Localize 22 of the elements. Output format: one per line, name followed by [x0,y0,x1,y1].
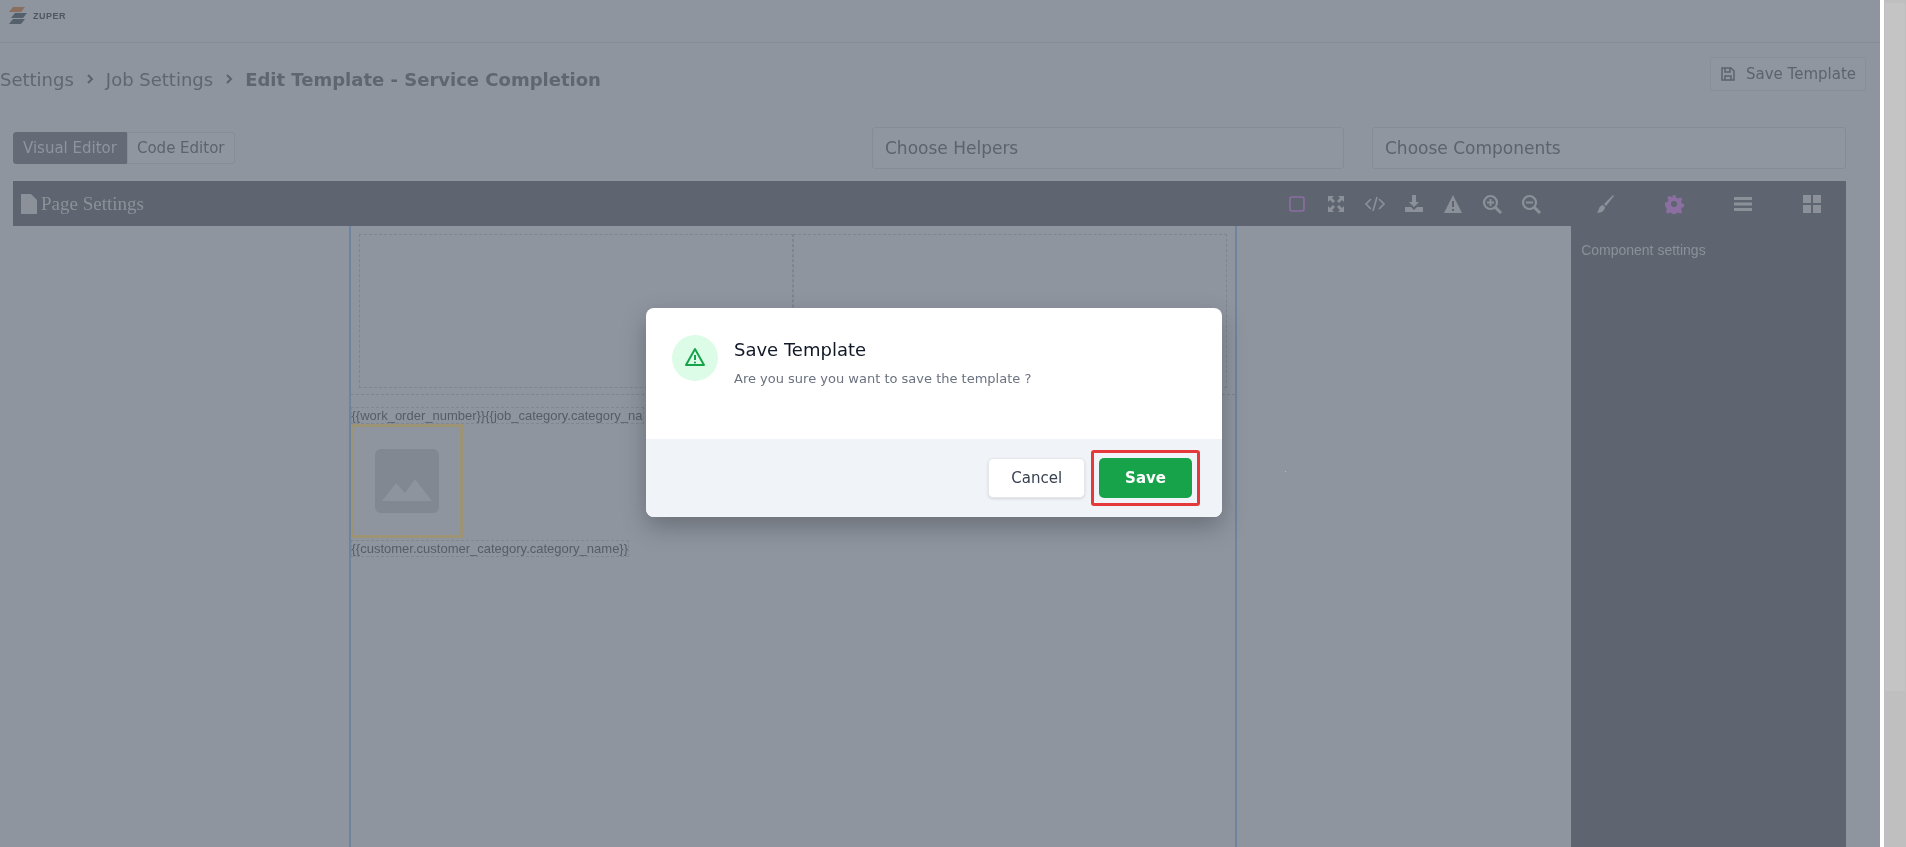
template-text-field[interactable]: {{customer.customer_category.category_name}} [350,540,630,557]
document-icon [21,193,37,214]
zoom-out-icon [1520,193,1541,214]
scrollbar[interactable] [1880,0,1906,847]
chevron-icon [225,74,234,84]
chevron-icon [85,74,94,84]
warning-icon [672,335,718,381]
save-icon [1719,66,1736,82]
square-icon [1286,193,1307,214]
logo-text: ZUPER [33,11,66,21]
fullscreen-icon [1325,193,1346,214]
brush-icon [1594,193,1615,214]
download-icon [1403,193,1424,214]
warning-icon [1442,193,1463,214]
settings-icon [1663,193,1684,214]
dialog-title: Save Template [734,339,868,360]
grid-icon [1801,193,1822,214]
zoom-in-icon [1481,193,1502,214]
dialog-message: Are you sure you want to save the template ? [734,371,1032,386]
save-button[interactable]: Save [1099,458,1192,498]
cancel-button[interactable]: Cancel [988,458,1086,498]
template-text-field[interactable]: {{work_order_number}}{{job_category.category_na [350,407,644,424]
